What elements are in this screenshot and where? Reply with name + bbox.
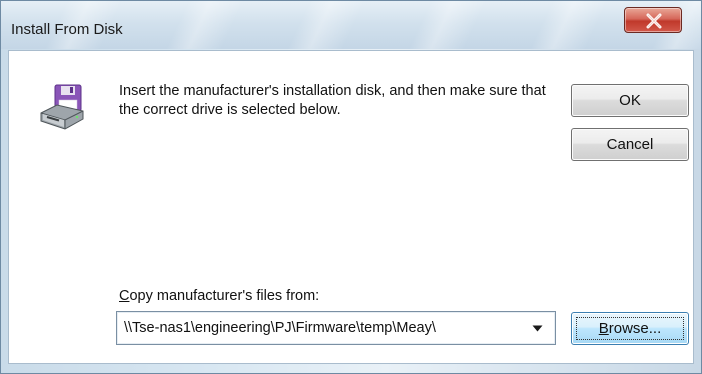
dialog-body: Insert the manufacturer's installation d… [8, 50, 694, 364]
close-icon [646, 13, 662, 29]
ok-button[interactable]: OK [571, 84, 689, 117]
source-path-combobox[interactable]: \\Tse-nas1\engineering\PJ\Firmware\temp\… [116, 311, 556, 345]
window-title: Install From Disk [11, 21, 123, 38]
browse-button[interactable]: Browse... [571, 312, 689, 345]
floppy-disk-drive-icon [40, 84, 84, 130]
browse-accelerator: B [598, 320, 609, 337]
title-bar[interactable]: Install From Disk [1, 1, 701, 49]
cancel-button[interactable]: Cancel [571, 128, 689, 161]
copy-files-label: Copy manufacturer's files from: [119, 288, 319, 304]
chevron-down-icon[interactable] [532, 325, 543, 332]
browse-button-label: Browse... [599, 320, 662, 337]
copy-label-accelerator: C [119, 288, 130, 304]
source-path-input[interactable]: \\Tse-nas1\engineering\PJ\Firmware\temp\… [124, 320, 529, 336]
instruction-message: Insert the manufacturer's installation d… [119, 83, 546, 118]
copy-label-text: opy manufacturer's files from: [129, 288, 320, 304]
install-from-disk-window: Install From Disk Insert the manufacture… [0, 0, 702, 374]
browse-label-text: rowse... [608, 320, 662, 337]
close-button[interactable] [624, 7, 682, 33]
